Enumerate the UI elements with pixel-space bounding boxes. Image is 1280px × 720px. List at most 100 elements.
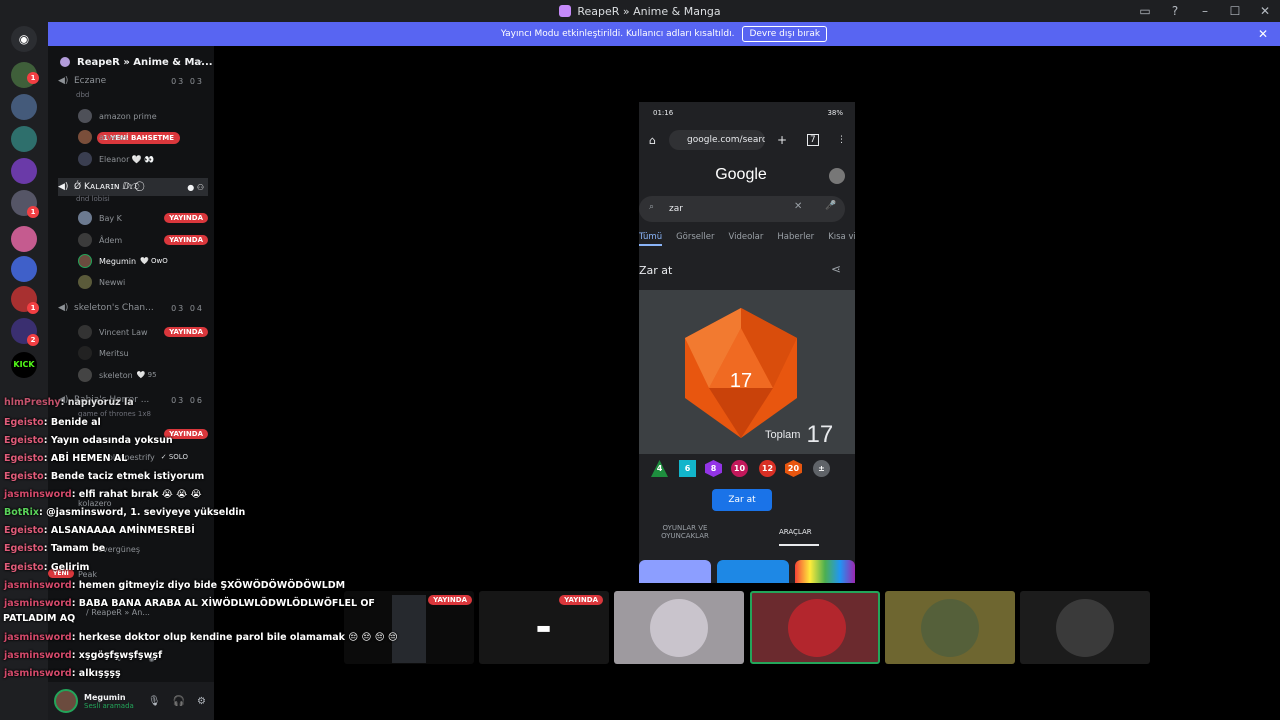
voice-user[interactable]: Vincent Law YAYINDA (78, 323, 208, 341)
voice-user[interactable]: Eleanor 🤍 👀 (78, 150, 208, 168)
participant-tile[interactable]: ▬ YAYINDA (479, 591, 609, 664)
participant-tile[interactable] (1020, 591, 1150, 664)
participant-tile[interactable] (614, 591, 744, 664)
tab-images[interactable]: Görseller (676, 232, 714, 246)
live-badge: YAYINDA (428, 595, 472, 605)
avatar (78, 254, 92, 268)
d8-button[interactable]: 8 (705, 460, 722, 477)
tool-card[interactable] (639, 560, 711, 583)
banner-text: Yayıncı Modu etkinleştirildi. Kullanıcı … (500, 29, 735, 39)
voice-user[interactable]: amazon prime (78, 107, 208, 125)
tab-videos[interactable]: Videolar (728, 232, 763, 246)
chat-message: Egeisto: Yayın odasında yoksun (4, 435, 173, 446)
server-icon[interactable] (11, 94, 37, 120)
avatar[interactable] (829, 168, 845, 184)
disable-streamer-button[interactable]: Devre dışı bırak (742, 26, 828, 42)
d4-button[interactable]: 4 (651, 460, 668, 477)
tool-card[interactable] (795, 560, 855, 583)
plus-icon[interactable]: + (777, 133, 787, 147)
user-name: Megumin (84, 692, 126, 702)
participant-tile[interactable] (885, 591, 1015, 664)
server-name: ReapeR » Anime & Ma... (77, 56, 213, 68)
voice-user[interactable]: arveles (78, 128, 208, 146)
chevron-down-icon[interactable]: ⌄ (196, 56, 204, 66)
avatar (921, 599, 979, 657)
server-icon (60, 57, 70, 67)
tab-shorts[interactable]: Kısa vi (828, 232, 855, 246)
tab-games[interactable]: OYUNLAR VE OYUNCAKLAR (659, 524, 711, 540)
home-icon[interactable]: ⌂ (649, 134, 656, 147)
avatar (78, 233, 92, 247)
chat-message: Egeisto: ALSANAAAA AMİNMESREBİ (4, 525, 195, 536)
participant-tile[interactable] (750, 591, 880, 664)
menu-icon[interactable]: ⋮ (837, 135, 846, 145)
chat-message: BotRix: @jasminsword, 1. seviyeye yüksel… (4, 507, 246, 518)
plus-minus-button[interactable]: ± (813, 460, 830, 477)
d12-button[interactable]: 12 (759, 460, 776, 477)
avatar (78, 275, 92, 289)
phone-screen-share[interactable]: 01:16 38% ⌂ google.com/searc + 7 ⋮ Googl… (639, 102, 855, 583)
speaker-icon: ◀) (58, 303, 69, 313)
chat-message: Egeisto: Bende taciz etmek istiyorum (4, 471, 205, 482)
voice-user[interactable]: Newwi (78, 273, 208, 291)
voice-channel[interactable]: ◀) Ǿ Kᴀʟᴀʀɪɴ ⅅ𝔯𝔇 ⃝ ● ⚇ (58, 178, 208, 196)
close-icon[interactable]: ✕ (1250, 4, 1280, 18)
clear-icon[interactable]: ✕ (794, 201, 802, 212)
server-header[interactable]: ReapeR » Anime & Ma... ⌄ (48, 46, 214, 78)
tabs-icon[interactable]: 7 (807, 134, 819, 146)
tool-card[interactable] (717, 560, 789, 583)
chat-message: jasminsword: alkışşşş (4, 668, 121, 679)
search-icon: ⌕ (649, 202, 655, 212)
tab-news[interactable]: Haberler (777, 232, 814, 246)
channel-status: dnd lobisi (76, 195, 110, 203)
title-bar: ReapeR » Anime & Manga ▭ ? – ☐ ✕ (0, 0, 1280, 22)
user-count: 03 06 (171, 395, 204, 405)
close-icon[interactable]: ✕ (1258, 27, 1268, 41)
voice-user[interactable]: Meritsu (78, 344, 208, 362)
voice-channel[interactable]: ◀) Eczane 03 03 (58, 76, 208, 86)
dice-roller: 17 Toplam 17 (639, 290, 855, 454)
microphone-icon[interactable]: 🎤 (825, 201, 836, 211)
d20-button[interactable]: 20 (785, 460, 802, 477)
minimize-icon[interactable]: – (1190, 4, 1220, 18)
voice-user[interactable]: skeleton 🤍 95 (78, 366, 208, 384)
chat-message: Egeisto: Benide al (4, 417, 101, 428)
server-icon[interactable] (11, 256, 37, 282)
live-badge: YAYINDA (164, 213, 208, 223)
avatar (788, 599, 846, 657)
avatar[interactable] (54, 689, 78, 713)
avatar (78, 346, 92, 360)
voice-user[interactable]: Bay K YAYINDA (78, 209, 208, 227)
avatar (1056, 599, 1114, 657)
voice-user[interactable]: overgüneş (98, 540, 214, 558)
headphones-icon[interactable]: 🎧 (173, 696, 185, 707)
tab-tools[interactable]: ARAÇLAR (779, 528, 812, 536)
server-icon[interactable] (11, 226, 37, 252)
search-input[interactable]: zar (639, 196, 845, 222)
server-icon[interactable] (11, 158, 37, 184)
help-icon[interactable]: ? (1160, 4, 1190, 18)
bottom-tabs: OYUNLAR VE OYUNCAKLAR ARAÇLAR (639, 520, 855, 550)
tab-all[interactable]: Tümü (639, 232, 663, 246)
d6-button[interactable]: 6 (679, 460, 696, 477)
url-bar[interactable]: google.com/searc (669, 130, 765, 150)
roll-button[interactable]: Zar at (712, 489, 772, 511)
live-badge: YAYINDA (164, 327, 208, 337)
share-icon[interactable]: ⋖ (831, 262, 841, 276)
inbox-icon[interactable]: ▭ (1130, 4, 1160, 18)
d10-button[interactable]: 10 (731, 460, 748, 477)
voice-channel[interactable]: ◀) skeleton's Chan... 03 04 (58, 303, 208, 313)
kick-server-icon[interactable]: KICK (11, 352, 37, 378)
chat-icon[interactable]: ● ⚇ (187, 183, 204, 192)
maximize-icon[interactable]: ☐ (1220, 4, 1250, 18)
chat-message: hlmPreshy: napıyoruz la (4, 397, 134, 408)
channel-name: skeleton's Chan... (74, 303, 154, 313)
server-icon (559, 5, 572, 17)
voice-user[interactable]: Megumin 🤍 OwO (78, 252, 208, 270)
microphone-icon[interactable]: 🎙 (148, 696, 161, 707)
server-icon[interactable] (11, 126, 37, 152)
channel-name: Ǿ Kᴀʟᴀʀɪɴ ⅅ𝔯𝔇 ⃝ (74, 182, 142, 192)
discord-home-icon[interactable]: ◉ (11, 26, 37, 52)
voice-user[interactable]: Âdem YAYINDA (78, 231, 208, 249)
gear-icon[interactable]: ⚙ (197, 696, 206, 707)
